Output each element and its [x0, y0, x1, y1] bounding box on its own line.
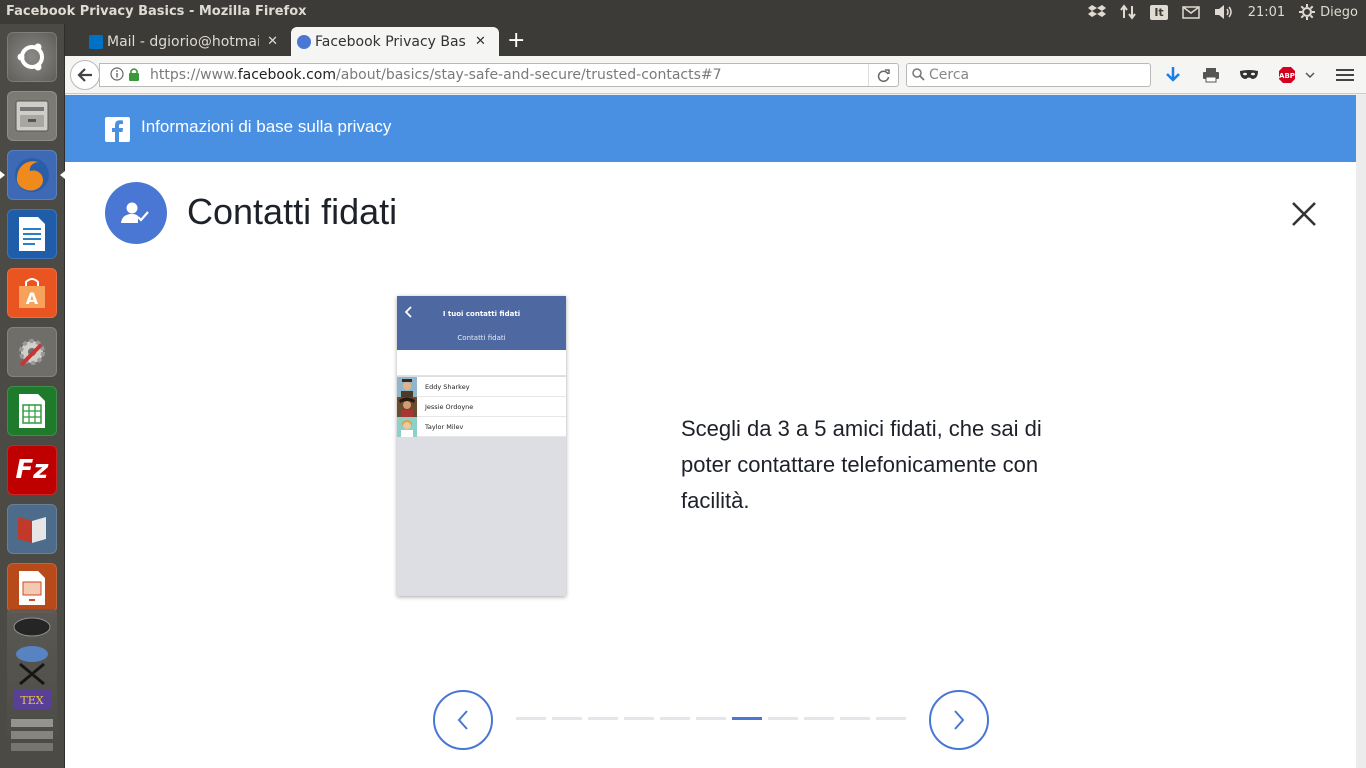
download-icon[interactable]	[1163, 65, 1183, 85]
clock[interactable]: 21:01	[1248, 5, 1285, 20]
url-prefix: https://www.	[150, 67, 238, 83]
info-icon[interactable]	[110, 67, 124, 85]
launcher-active-indicator	[0, 171, 5, 179]
pagination-dot[interactable]	[696, 717, 726, 720]
phone-spacer	[397, 350, 566, 376]
dropbox-icon[interactable]	[1088, 4, 1107, 20]
ebook-icon[interactable]	[7, 504, 57, 554]
close-tab-icon[interactable]: ✕	[267, 34, 278, 49]
pagination-dot[interactable]	[588, 717, 618, 720]
new-tab-icon[interactable]: +	[507, 28, 525, 53]
chevron-right-icon	[954, 710, 965, 730]
close-icon[interactable]	[1289, 199, 1319, 229]
phone-subtitle: Contatti fidati	[457, 334, 506, 342]
chevron-left-icon	[457, 710, 468, 730]
close-tab-icon[interactable]: ✕	[475, 34, 486, 49]
avatar	[397, 397, 417, 417]
back-button[interactable]	[70, 60, 100, 90]
phone-header: I tuoi contatti fidati Contatti fidati	[397, 296, 566, 350]
private-mask-icon[interactable]	[1239, 65, 1259, 85]
chevron-down-icon[interactable]	[1300, 65, 1320, 85]
adblock-icon[interactable]: ABP	[1277, 65, 1297, 85]
avatar	[397, 377, 417, 397]
user-name: Diego	[1320, 4, 1358, 20]
avatar	[397, 417, 417, 437]
svg-text:ABP: ABP	[1279, 72, 1295, 80]
url-domain: facebook.com	[237, 67, 336, 83]
pagination-dot[interactable]	[552, 717, 582, 720]
url-path: /about/basics/stay-safe-and-secure/trust…	[336, 67, 722, 83]
files-icon[interactable]	[7, 91, 57, 141]
pagination-dot[interactable]	[804, 717, 834, 720]
nav-bar: https://www.facebook.com/about/basics/st…	[65, 56, 1366, 94]
pagination-dot[interactable]	[660, 717, 690, 720]
pagination-dot[interactable]	[876, 717, 906, 720]
privacy-header: Informazioni di base sulla privacy	[65, 95, 1356, 162]
filezilla-icon[interactable]: Fz	[7, 445, 57, 495]
phone-illustration: I tuoi contatti fidati Contatti fidati E…	[397, 296, 566, 596]
launcher: A Fz TEX	[0, 24, 65, 768]
contact-name: Taylor Milev	[425, 423, 464, 431]
system-tray: It 21:01 Diego	[1088, 0, 1358, 24]
search-input[interactable]: Cerca	[906, 63, 1151, 87]
menu-icon[interactable]	[1335, 65, 1355, 85]
reload-icon[interactable]	[868, 64, 898, 86]
top-panel: Facebook Privacy Basics - Mozilla Firefo…	[0, 0, 1366, 24]
list-item: Taylor Milev	[397, 417, 566, 437]
firefox-icon[interactable]	[7, 150, 57, 200]
pagination-dot-active[interactable]	[732, 717, 762, 720]
writer-icon[interactable]	[7, 209, 57, 259]
mail-icon[interactable]	[1181, 5, 1200, 19]
tab-bar: Mail - dgiorio@hotmai ✕ Facebook Privacy…	[65, 24, 1366, 56]
volume-icon[interactable]	[1214, 4, 1234, 20]
facebook-logo-icon[interactable]	[105, 117, 130, 142]
page-title: Contatti fidati	[187, 191, 398, 232]
page-content: Informazioni di base sulla privacy Conta…	[65, 95, 1356, 768]
pagination-dot[interactable]	[840, 717, 870, 720]
tab-label: Facebook Privacy Basic	[315, 33, 467, 50]
gear-icon	[1299, 4, 1316, 20]
url-text: https://www.facebook.com/about/basics/st…	[150, 67, 722, 83]
contact-name: Eddy Sharkey	[425, 383, 470, 391]
pagination-dot[interactable]	[516, 717, 546, 720]
search-placeholder: Cerca	[929, 67, 970, 83]
page-scrollbar[interactable]	[1356, 95, 1366, 768]
search-icon	[912, 68, 925, 85]
phone-title: I tuoi contatti fidati	[442, 310, 521, 318]
keyboard-layout-indicator[interactable]: It	[1150, 4, 1168, 20]
privacy-favicon-icon	[297, 35, 311, 49]
back-arrow-icon	[77, 68, 92, 82]
print-icon[interactable]	[1201, 65, 1221, 85]
svg-text:A: A	[26, 289, 39, 308]
software-center-icon[interactable]: A	[7, 268, 57, 318]
ubuntu-dash-icon[interactable]	[7, 32, 57, 82]
contact-name: Jessie Ordoyne	[425, 403, 474, 411]
impress-icon[interactable]	[7, 563, 57, 613]
outlook-icon	[89, 35, 103, 49]
description-text: Scegli da 3 a 5 amici fidati, che sai di…	[681, 416, 1042, 513]
tab-mail[interactable]: Mail - dgiorio@hotmai ✕	[83, 27, 288, 56]
system-settings-icon[interactable]	[7, 327, 57, 377]
session-menu[interactable]: Diego	[1299, 4, 1358, 20]
list-item: Jessie Ordoyne	[397, 397, 566, 417]
calc-icon[interactable]	[7, 386, 57, 436]
next-button[interactable]	[929, 690, 989, 750]
header-title[interactable]: Informazioni di base sulla privacy	[141, 117, 391, 137]
tab-facebook-privacy[interactable]: Facebook Privacy Basic ✕	[291, 27, 499, 56]
previous-button[interactable]	[433, 690, 493, 750]
tab-label: Mail - dgiorio@hotmai	[107, 33, 260, 50]
trusted-contact-icon	[105, 182, 167, 244]
network-icon[interactable]	[1120, 4, 1137, 20]
launcher-stacked-items[interactable]: TEX	[7, 609, 57, 759]
window-title: Facebook Privacy Basics - Mozilla Firefo…	[6, 4, 307, 19]
pagination-dot[interactable]	[624, 717, 654, 720]
url-bar[interactable]: https://www.facebook.com/about/basics/st…	[99, 63, 899, 87]
pagination-dot[interactable]	[768, 717, 798, 720]
list-item: Eddy Sharkey	[397, 377, 566, 397]
lock-icon[interactable]	[128, 67, 140, 85]
svg-text:TEX: TEX	[20, 694, 43, 707]
